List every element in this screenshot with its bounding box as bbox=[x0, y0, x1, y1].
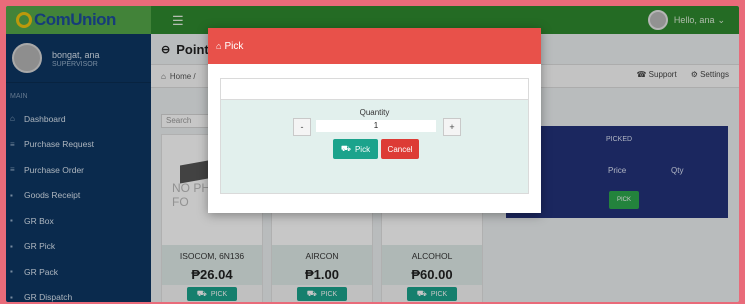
modal-pick-button[interactable]: ⛟ Pick bbox=[333, 139, 378, 159]
pick-modal: ⌂ Pick Quantity - 1 + ⛟ Pick Cancel bbox=[208, 28, 541, 213]
quantity-label: Quantity bbox=[359, 108, 390, 117]
cart-icon: ⛟ bbox=[340, 144, 351, 153]
app-window: ComUnion ☰ Hello, ana ⌄ bongat, ana SUPE… bbox=[6, 6, 739, 302]
bag-icon: ⌂ bbox=[216, 41, 222, 51]
quantity-area: Quantity - 1 + ⛟ Pick Cancel bbox=[221, 100, 528, 193]
modal-pick-label: Pick bbox=[354, 144, 371, 154]
modal-header: ⌂ Pick bbox=[208, 28, 541, 64]
modal-cancel-button[interactable]: Cancel bbox=[381, 139, 419, 159]
modal-empty-row bbox=[221, 79, 528, 100]
decrement-button[interactable]: - bbox=[293, 118, 311, 136]
increment-button[interactable]: + bbox=[443, 118, 461, 136]
modal-body: Quantity - 1 + ⛟ Pick Cancel bbox=[220, 78, 529, 194]
quantity-input[interactable]: 1 bbox=[316, 120, 436, 132]
modal-title: Pick bbox=[224, 40, 244, 52]
